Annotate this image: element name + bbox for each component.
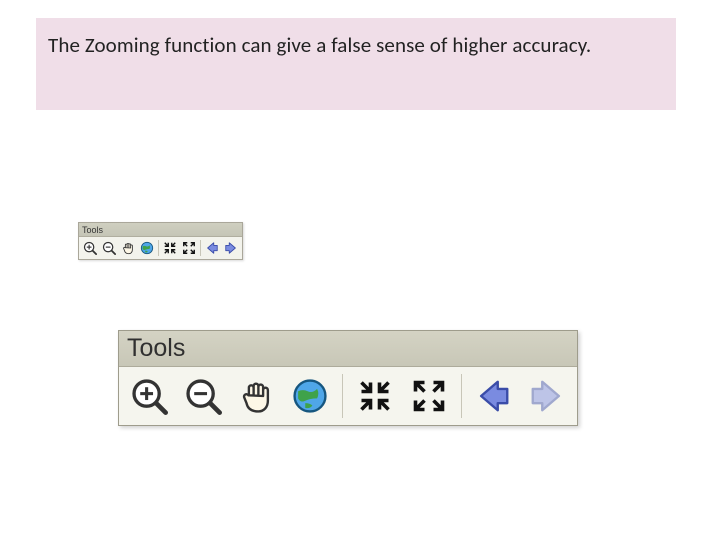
zoom-to-selection-button[interactable] xyxy=(353,374,397,418)
zoom-full-button[interactable] xyxy=(181,240,197,256)
arrow-left-icon xyxy=(474,377,512,415)
forward-button[interactable] xyxy=(525,374,569,418)
tools-toolbar-large: Tools xyxy=(118,330,578,426)
zoom-full-button[interactable] xyxy=(407,374,451,418)
toolbar-buttons-row xyxy=(119,367,577,425)
forward-button[interactable] xyxy=(223,240,239,256)
zoom-out-button[interactable] xyxy=(101,240,117,256)
zoom-out-icon xyxy=(184,377,222,415)
toolbar-separator xyxy=(461,374,462,418)
back-button[interactable] xyxy=(204,240,220,256)
toolbar-separator xyxy=(342,374,343,418)
hand-icon xyxy=(237,377,275,415)
arrows-in-icon xyxy=(357,378,393,414)
zoom-in-button[interactable] xyxy=(82,240,98,256)
arrow-left-icon xyxy=(205,241,219,255)
caption-text: The Zooming function can give a false se… xyxy=(48,32,591,58)
arrows-out-icon xyxy=(411,378,447,414)
arrows-in-icon xyxy=(163,241,177,255)
arrows-out-icon xyxy=(182,241,196,255)
toolbar-title: Tools xyxy=(127,334,185,363)
hand-icon xyxy=(121,241,135,255)
globe-icon xyxy=(291,377,329,415)
toolbar-separator xyxy=(158,240,159,256)
toolbar-separator xyxy=(200,240,201,256)
pan-button[interactable] xyxy=(235,374,279,418)
full-extent-button[interactable] xyxy=(139,240,155,256)
arrow-right-icon xyxy=(224,241,238,255)
back-button[interactable] xyxy=(472,374,516,418)
globe-icon xyxy=(140,241,154,255)
toolbar-title: Tools xyxy=(82,225,103,235)
caption-panel: The Zooming function can give a false se… xyxy=(36,18,676,110)
tools-toolbar-small: Tools xyxy=(78,222,243,260)
toolbar-buttons-row xyxy=(79,237,242,259)
zoom-to-selection-button[interactable] xyxy=(162,240,178,256)
zoom-in-icon xyxy=(83,241,97,255)
full-extent-button[interactable] xyxy=(288,374,332,418)
toolbar-titlebar: Tools xyxy=(79,223,242,237)
pan-button[interactable] xyxy=(120,240,136,256)
toolbar-titlebar: Tools xyxy=(119,331,577,367)
zoom-out-button[interactable] xyxy=(181,374,225,418)
zoom-out-icon xyxy=(102,241,116,255)
zoom-in-icon xyxy=(130,377,168,415)
arrow-right-icon xyxy=(528,377,566,415)
zoom-in-button[interactable] xyxy=(127,374,171,418)
